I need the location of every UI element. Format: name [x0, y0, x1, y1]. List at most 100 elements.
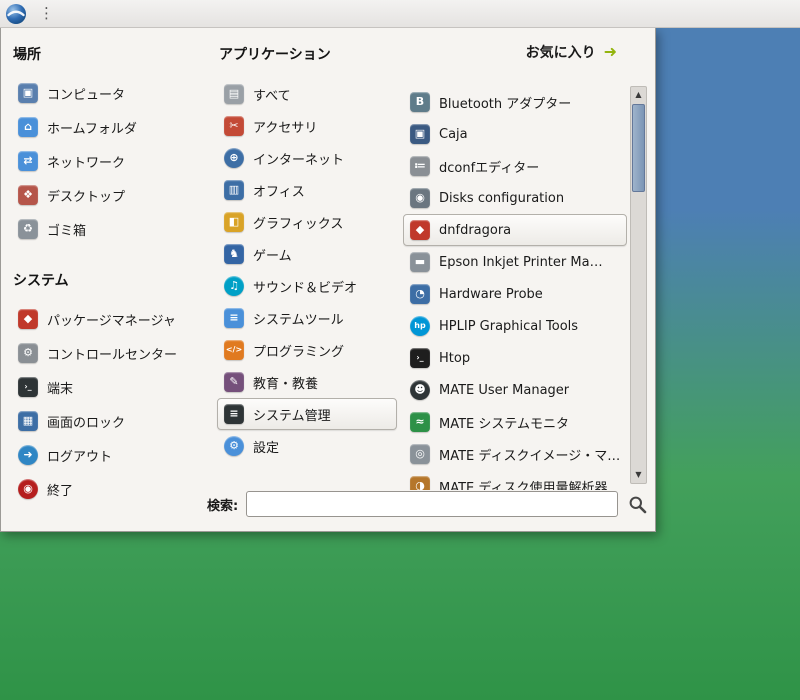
all-applications-icon: ▤ — [224, 84, 244, 104]
menu-item-hardware-probe[interactable]: ◔ Hardware Probe — [403, 278, 627, 310]
menu-item-mate-disk-image[interactable]: ◎ MATE ディスクイメージ・マ… — [403, 438, 627, 470]
menu-item-games[interactable]: ♞ ゲーム — [217, 238, 397, 270]
left-column: 場所 ▣ コンピュータ ⌂ ホームフォルダ ⇄ ネットワーク ❖ デスクトップ … — [11, 36, 209, 506]
item-label: Disks configuration — [439, 190, 565, 206]
education-icon: ✎ — [224, 372, 244, 392]
dconf-editor-icon: ≔ — [410, 156, 430, 176]
top-panel: ⋮ — [0, 0, 800, 28]
menu-item-mate-system-monitor[interactable]: ≈ MATE システムモニタ — [403, 406, 627, 438]
menu-item-all-applications[interactable]: ▤ すべて — [217, 78, 397, 110]
menu-item-caja[interactable]: ▣ Caja — [403, 118, 627, 150]
item-label: 終了 — [47, 483, 74, 499]
menu-item-dconf-editor[interactable]: ≔ dconfエディター — [403, 150, 627, 182]
item-label: Caja — [439, 126, 468, 142]
package-manager-icon: ◆ — [18, 309, 38, 329]
menu-item-accessories[interactable]: ✂ アクセサリ — [217, 110, 397, 142]
item-label: 端末 — [47, 381, 74, 397]
accessories-icon: ✂ — [224, 116, 244, 136]
applications-column: アプリケーション ▤ すべて ✂ アクセサリ ⊕ インターネット ▥ オフィス … — [217, 36, 397, 462]
menu-item-mate-user-manager[interactable]: ☻ MATE User Manager — [403, 374, 627, 406]
item-label: ホームフォルダ — [47, 121, 137, 137]
menu-item-settings[interactable]: ⚙ 設定 — [217, 430, 397, 462]
places-header: 場所 — [13, 47, 41, 63]
menu-item-shutdown[interactable]: ◉ 終了 — [11, 472, 209, 506]
item-label: 設定 — [253, 440, 280, 456]
settings-icon: ⚙ — [224, 436, 244, 456]
favorites-header[interactable]: お気に入り ➜ — [526, 42, 617, 62]
bluetooth-adapter-icon: B — [410, 92, 430, 112]
scrollbar-thumb[interactable] — [632, 104, 645, 192]
menu-item-control-center[interactable]: ⚙ コントロールセンター — [11, 336, 209, 370]
applications-header: アプリケーション — [219, 47, 331, 63]
menu-item-computer[interactable]: ▣ コンピュータ — [11, 76, 209, 110]
item-label: dconfエディター — [439, 160, 540, 176]
item-label: インターネット — [253, 152, 345, 168]
menu-item-sound-video[interactable]: ♫ サウンド＆ビデオ — [217, 270, 397, 302]
system-header: システム — [13, 273, 69, 289]
mate-disk-usage-icon: ◑ — [410, 476, 430, 490]
scroll-down-icon[interactable]: ▼ — [631, 468, 646, 482]
hardware-probe-icon: ◔ — [410, 284, 430, 304]
item-label: ネットワーク — [47, 155, 126, 171]
trash-icon: ♻ — [18, 219, 38, 239]
hplip-graphical-tools-icon: hp — [410, 316, 430, 336]
item-label: MATE ディスクイメージ・マ… — [439, 448, 620, 464]
office-icon: ▥ — [224, 180, 244, 200]
sound-video-icon: ♫ — [224, 276, 244, 296]
item-label: Epson Inkjet Printer Ma… — [439, 254, 603, 270]
item-label: Htop — [439, 350, 471, 366]
menu-item-desktop[interactable]: ❖ デスクトップ — [11, 178, 209, 212]
item-label: パッケージマネージャ — [47, 313, 176, 329]
places-list: ▣ コンピュータ ⌂ ホームフォルダ ⇄ ネットワーク ❖ デスクトップ ♻ ゴ… — [11, 76, 209, 246]
menu-item-htop[interactable]: ›_ Htop — [403, 342, 627, 374]
menu-item-hplip-graphical-tools[interactable]: hp HPLIP Graphical Tools — [403, 310, 627, 342]
logout-icon: ➜ — [18, 445, 38, 465]
item-label: 画面のロック — [47, 415, 126, 431]
menu-item-bluetooth-adapter[interactable]: B Bluetooth アダプター — [403, 86, 627, 118]
menu-item-epson-inkjet-printer[interactable]: ▬ Epson Inkjet Printer Ma… — [403, 246, 627, 278]
epson-inkjet-printer-icon: ▬ — [410, 252, 430, 272]
panel-menu-dots-icon[interactable]: ⋮ — [39, 6, 54, 21]
search-row: 検索: — [207, 491, 648, 517]
menu-item-office[interactable]: ▥ オフィス — [217, 174, 397, 206]
menu-item-disks-configuration[interactable]: ◉ Disks configuration — [403, 182, 627, 214]
scroll-up-icon[interactable]: ▲ — [631, 88, 646, 102]
search-icon[interactable] — [626, 493, 648, 515]
scrollbar[interactable]: ▲ ▼ — [630, 86, 647, 484]
menu-item-graphics[interactable]: ◧ グラフィックス — [217, 206, 397, 238]
menu-item-system-tools[interactable]: ≡ システムツール — [217, 302, 397, 334]
menu-item-education[interactable]: ✎ 教育・教養 — [217, 366, 397, 398]
item-label: オフィス — [253, 184, 305, 200]
menu-item-network[interactable]: ⇄ ネットワーク — [11, 144, 209, 178]
terminal-icon: ›_ — [18, 377, 38, 397]
item-label: プログラミング — [253, 344, 345, 360]
mate-menu-logo-icon[interactable] — [5, 3, 27, 25]
menu-item-system-administration[interactable]: ≡ システム管理 — [217, 398, 397, 430]
menu-item-mate-disk-usage[interactable]: ◑ MATE ディスク使用量解析器 — [403, 470, 627, 490]
item-label: Bluetooth アダプター — [439, 96, 572, 112]
graphics-icon: ◧ — [224, 212, 244, 232]
menu-item-internet[interactable]: ⊕ インターネット — [217, 142, 397, 174]
menu-item-terminal[interactable]: ›_ 端末 — [11, 370, 209, 404]
item-label: MATE システムモニタ — [439, 416, 569, 432]
menu-item-programming[interactable]: </> プログラミング — [217, 334, 397, 366]
system-list: ◆ パッケージマネージャ ⚙ コントロールセンター ›_ 端末 ▦ 画面のロック… — [11, 302, 209, 506]
internet-icon: ⊕ — [224, 148, 244, 168]
search-input[interactable] — [246, 491, 619, 517]
computer-icon: ▣ — [18, 83, 38, 103]
menu-item-package-manager[interactable]: ◆ パッケージマネージャ — [11, 302, 209, 336]
menu-item-dnfdragora[interactable]: ◆ dnfdragora — [403, 214, 627, 246]
mate-user-manager-icon: ☻ — [410, 380, 430, 400]
shutdown-icon: ◉ — [18, 479, 38, 499]
item-label: ゲーム — [253, 248, 292, 264]
item-label: サウンド＆ビデオ — [253, 280, 358, 296]
item-label: アクセサリ — [253, 120, 318, 136]
mate-system-monitor-icon: ≈ — [410, 412, 430, 432]
menu-item-lock-screen[interactable]: ▦ 画面のロック — [11, 404, 209, 438]
menu-item-logout[interactable]: ➜ ログアウト — [11, 438, 209, 472]
item-label: ゴミ箱 — [47, 223, 87, 239]
menu-item-home-folder[interactable]: ⌂ ホームフォルダ — [11, 110, 209, 144]
system-tools-icon: ≡ — [224, 308, 244, 328]
home-folder-icon: ⌂ — [18, 117, 38, 137]
menu-item-trash[interactable]: ♻ ゴミ箱 — [11, 212, 209, 246]
